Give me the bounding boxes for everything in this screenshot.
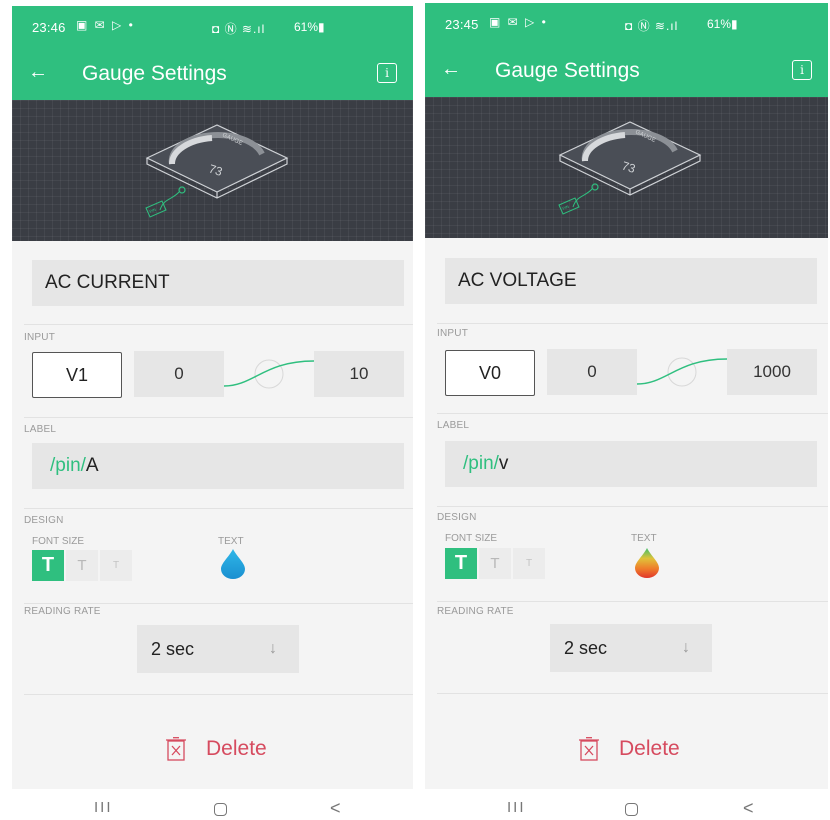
battery-indicator: 61%▮ xyxy=(294,20,325,34)
info-icon[interactable]: i xyxy=(792,60,812,80)
divider xyxy=(24,508,413,509)
widget-name-input[interactable]: AC CURRENT xyxy=(32,260,404,306)
home-icon[interactable] xyxy=(625,803,638,816)
font-size-selector: T T T xyxy=(445,548,545,579)
system-nav-bar: III < xyxy=(425,789,828,820)
back-icon[interactable]: < xyxy=(330,798,341,819)
chevron-down-icon: ↓ xyxy=(269,640,277,657)
font-size-small-button[interactable]: T xyxy=(100,550,132,581)
divider xyxy=(437,323,828,324)
max-value-input[interactable]: 1000 xyxy=(727,349,817,395)
widget-preview: 73 GAUGE PIN xyxy=(425,97,828,238)
input-section-label: INPUT xyxy=(24,332,55,343)
design-section-label: DESIGN xyxy=(24,515,64,526)
home-icon[interactable] xyxy=(214,803,227,816)
divider xyxy=(24,324,413,325)
reading-rate-section-label: READING RATE xyxy=(24,606,101,617)
font-size-label: FONT SIZE xyxy=(32,536,85,547)
back-icon[interactable]: < xyxy=(743,798,754,819)
divider xyxy=(437,693,828,694)
info-icon[interactable]: i xyxy=(377,63,397,83)
text-color-drop-icon[interactable] xyxy=(219,548,247,580)
widget-name-input[interactable]: AC VOLTAGE xyxy=(445,258,817,304)
max-value-input[interactable]: 10 xyxy=(314,351,404,397)
pin-tag-label: PIN xyxy=(562,204,570,211)
label-input[interactable]: /pin/A xyxy=(32,443,404,489)
page-title: Gauge Settings xyxy=(495,59,640,82)
divider xyxy=(24,417,413,418)
design-section-label: DESIGN xyxy=(437,512,477,523)
reading-rate-dropdown[interactable]: 2 sec ↓ xyxy=(550,624,712,672)
app-bar: ← Gauge Settings i xyxy=(425,45,828,97)
label-unit-text: A xyxy=(85,455,99,476)
font-size-label: FONT SIZE xyxy=(445,533,498,544)
reading-rate-value: 2 sec xyxy=(564,638,608,658)
font-size-selector: T T T xyxy=(32,550,132,581)
pin-tag-label: PIN xyxy=(149,207,157,214)
reading-rate-section-label: READING RATE xyxy=(437,606,514,617)
delete-label: Delete xyxy=(619,737,680,760)
label-section-label: LABEL xyxy=(437,420,470,431)
min-value-input[interactable]: 0 xyxy=(134,351,224,397)
app-bar: ← Gauge Settings i xyxy=(12,48,413,100)
battery-indicator: 61%▮ xyxy=(707,17,738,31)
delete-button[interactable]: Delete xyxy=(579,730,719,770)
recent-apps-icon[interactable]: III xyxy=(94,799,113,816)
status-time: 23:46 xyxy=(32,20,66,35)
pin-select-button[interactable]: V1 xyxy=(32,352,122,398)
divider xyxy=(24,603,413,604)
system-icons: ◘ Ⓝ ≋.ıl xyxy=(212,22,266,36)
status-time: 23:45 xyxy=(445,17,479,32)
status-bar: 23:45 ▣ ✉ ▷ • ◘ Ⓝ ≋.ıl 61%▮ xyxy=(425,3,828,45)
divider xyxy=(437,506,828,507)
gauge-preview-illustration: 73 GAUGE PIN xyxy=(558,121,702,215)
font-size-large-button[interactable]: T xyxy=(445,548,477,579)
label-pin-prefix: /pin/ xyxy=(50,455,86,476)
font-size-medium-button[interactable]: T xyxy=(66,550,98,581)
label-input[interactable]: /pin/v xyxy=(445,441,817,487)
divider xyxy=(437,413,828,414)
back-arrow-icon[interactable]: ← xyxy=(26,60,50,84)
trash-icon xyxy=(579,737,599,761)
notification-icons: ▣ ✉ ▷ • xyxy=(489,15,548,29)
text-color-label: TEXT xyxy=(631,533,657,544)
text-color-label: TEXT xyxy=(218,536,244,547)
font-size-medium-button[interactable]: T xyxy=(479,548,511,579)
text-color-drop-icon[interactable] xyxy=(633,547,661,579)
input-section-label: INPUT xyxy=(437,328,468,339)
status-bar: 23:46 ▣ ✉ ▷ • ◘ Ⓝ ≋.ıl 61%▮ xyxy=(12,6,413,48)
delete-button[interactable]: Delete xyxy=(166,730,306,770)
divider xyxy=(437,601,828,602)
recent-apps-icon[interactable]: III xyxy=(507,799,526,816)
page-title: Gauge Settings xyxy=(82,62,227,85)
range-curve-icon xyxy=(637,357,727,387)
phone-screen-left: 23:46 ▣ ✉ ▷ • ◘ Ⓝ ≋.ıl 61%▮ ← Gauge Sett… xyxy=(12,6,413,820)
system-nav-bar: III < xyxy=(12,789,413,820)
widget-preview: 73 GAUGE PIN xyxy=(12,100,413,241)
reading-rate-dropdown[interactable]: 2 sec ↓ xyxy=(137,625,299,673)
range-curve-icon xyxy=(224,359,314,389)
pin-select-button[interactable]: V0 xyxy=(445,350,535,396)
system-icons: ◘ Ⓝ ≋.ıl xyxy=(625,19,679,33)
phone-screen-right: 23:45 ▣ ✉ ▷ • ◘ Ⓝ ≋.ıl 61%▮ ← Gauge Sett… xyxy=(425,3,828,820)
notification-icons: ▣ ✉ ▷ • xyxy=(76,18,135,32)
min-value-input[interactable]: 0 xyxy=(547,349,637,395)
font-size-small-button[interactable]: T xyxy=(513,548,545,579)
label-unit-text: v xyxy=(498,453,509,474)
font-size-large-button[interactable]: T xyxy=(32,550,64,581)
trash-icon xyxy=(166,737,186,761)
gauge-preview-illustration: 73 GAUGE PIN xyxy=(145,124,289,218)
reading-rate-value: 2 sec xyxy=(151,639,195,659)
label-pin-prefix: /pin/ xyxy=(463,453,499,474)
chevron-down-icon: ↓ xyxy=(682,639,690,656)
divider xyxy=(24,694,413,695)
label-section-label: LABEL xyxy=(24,424,57,435)
back-arrow-icon[interactable]: ← xyxy=(439,57,463,81)
delete-label: Delete xyxy=(206,737,267,760)
